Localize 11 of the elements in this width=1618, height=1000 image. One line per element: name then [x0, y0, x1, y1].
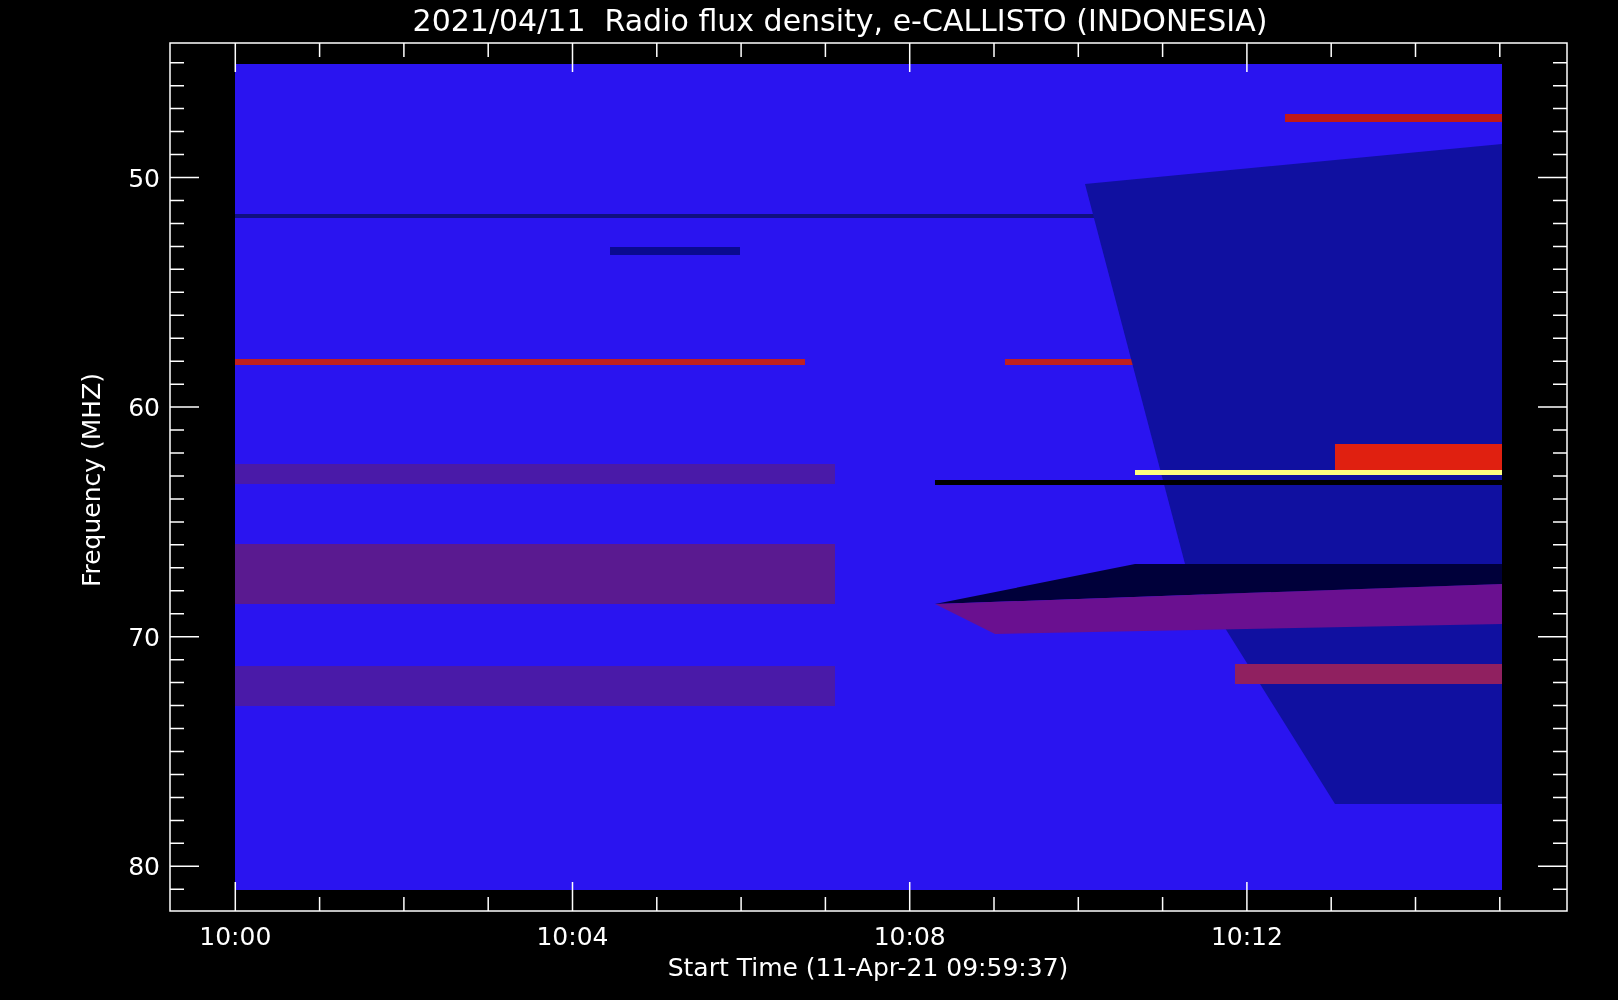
y-tick-label: 80: [128, 852, 160, 882]
x-tick-label: 10:08: [873, 922, 946, 951]
y-axis-label: Frequency (MHZ): [77, 372, 106, 588]
x-axis-label: Start Time (11-Apr-21 09:59:37): [667, 953, 1069, 982]
y-tick-label: 50: [128, 163, 160, 193]
x-tick-label: 10:04: [536, 922, 609, 951]
chart-title: 2021/04/11 Radio flux density, e-CALLISTO (INDONESIA): [412, 3, 1268, 38]
x-tick-label: 10:12: [1210, 922, 1283, 951]
y-tick-label: 70: [128, 622, 160, 652]
y-tick-label: 60: [128, 393, 160, 423]
x-tick-label: 10:00: [199, 922, 272, 951]
